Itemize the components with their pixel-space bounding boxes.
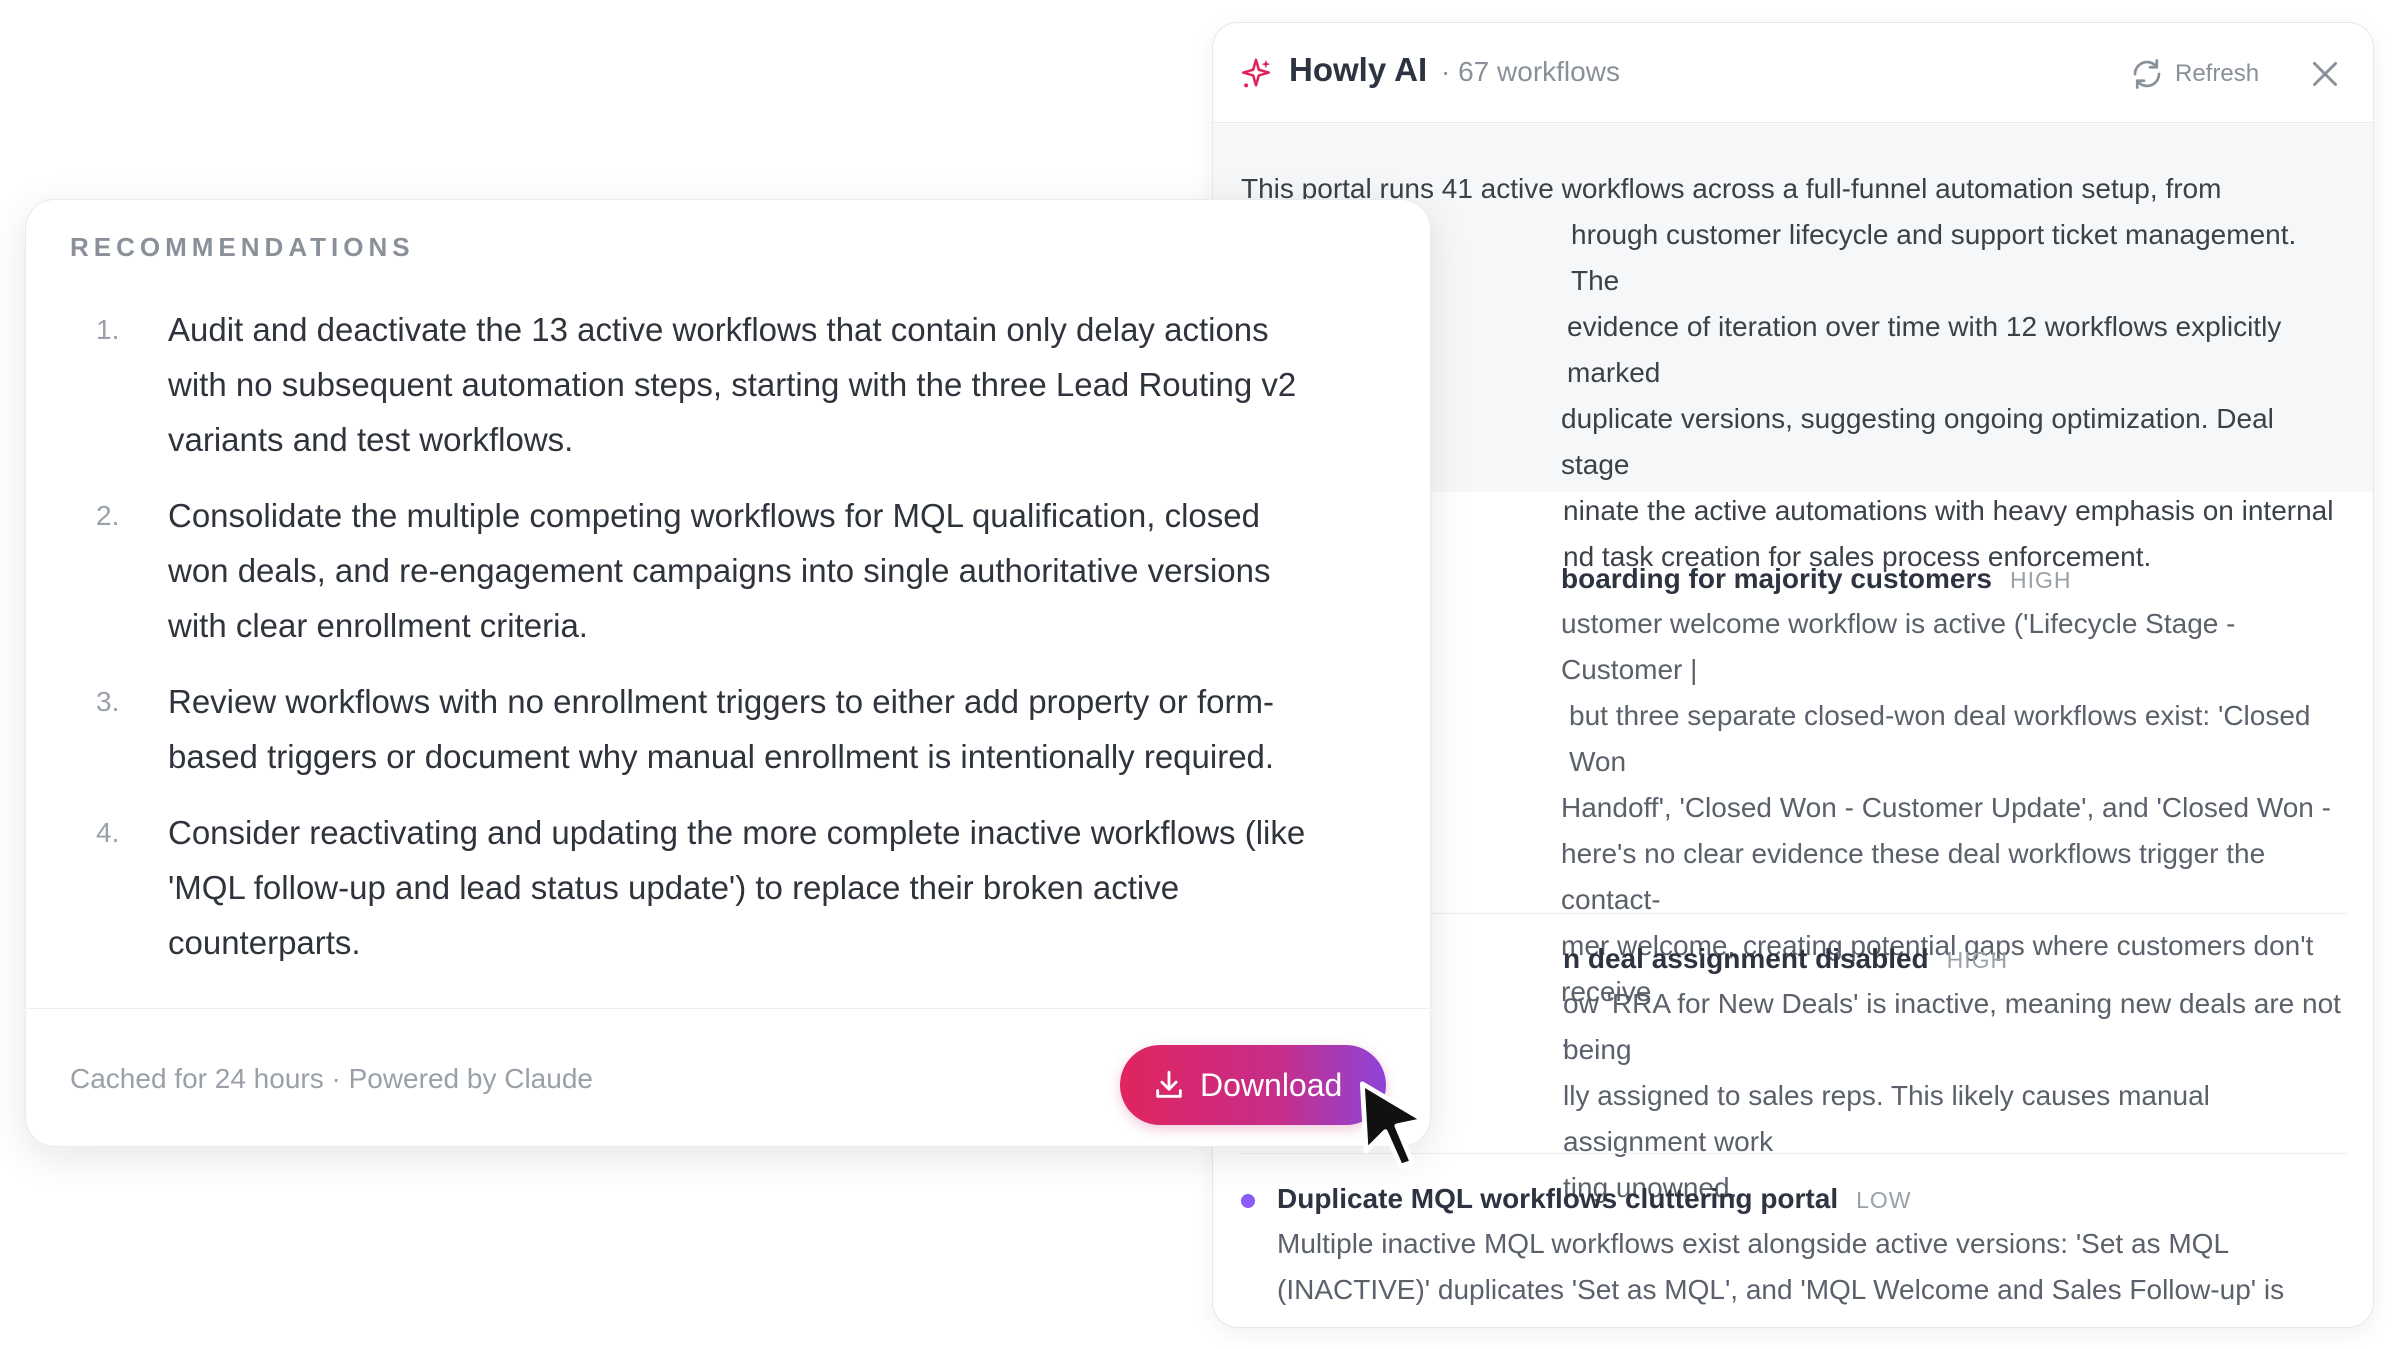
issue-line: lly assigned to sales reps. This likely …: [1563, 1080, 2210, 1157]
download-button[interactable]: Download: [1120, 1045, 1386, 1125]
list-number: 2.: [96, 500, 120, 531]
issue-line: (INACTIVE)' duplicates 'Set as MQL', and…: [1277, 1274, 2285, 1305]
refresh-label: Refresh: [2175, 60, 2260, 87]
rec-line: 'MQL follow-up and lead status update') …: [168, 869, 1180, 906]
rec-line: Audit and deactivate the 13 active workf…: [168, 311, 1269, 348]
list-item: 1. Audit and deactivate the 13 active wo…: [70, 302, 1410, 467]
workflow-count: · 67 workflows: [1441, 56, 1620, 87]
issue-title: boarding for majority customers: [1561, 563, 1992, 594]
issue-line: ustomer welcome workflow is active ('Lif…: [1561, 608, 2236, 685]
rec-line: with clear enrollment criteria.: [168, 607, 588, 644]
close-icon[interactable]: [2307, 56, 2343, 92]
rec-line: won deals, and re-engagement campaigns i…: [168, 552, 1271, 589]
cursor-icon: [1359, 1081, 1427, 1169]
rec-line: counterparts.: [168, 924, 361, 961]
footer-note: Cached for 24 hours · Powered by Claude: [70, 1063, 593, 1094]
rec-line: Consider reactivating and updating the m…: [168, 814, 1306, 851]
list-number: 4.: [96, 817, 120, 848]
issue-description: Multiple inactive MQL workflows exist al…: [1277, 1221, 2347, 1313]
issue-line: Handoff', 'Closed Won - Customer Update'…: [1561, 792, 2331, 823]
panel-header: Howly AI · 67 workflows Refresh: [1213, 23, 2373, 123]
sparkle-icon: [1241, 58, 1271, 88]
list-number: 1.: [96, 314, 120, 345]
rec-line: variants and test workflows.: [168, 421, 574, 458]
download-icon: [1156, 1070, 1182, 1098]
list-item: 2. Consolidate the multiple competing wo…: [70, 488, 1410, 653]
issue-title: n deal assignment disabled: [1563, 943, 1929, 974]
rec-line: Review workflows with no enrollment trig…: [168, 683, 1274, 720]
issue-description: ow 'RRA for New Deals' is inactive, mean…: [1563, 981, 2347, 1211]
list-item: 4. Consider reactivating and updating th…: [70, 805, 1410, 970]
severity-badge: LOW: [1856, 1187, 1912, 1213]
rec-line: with no subsequent automation steps, sta…: [168, 366, 1297, 403]
recommendations-card: RECOMMENDATIONS 1. Audit and deactivate …: [25, 199, 1431, 1147]
recommendations-list: 1. Audit and deactivate the 13 active wo…: [70, 290, 1410, 970]
card-footer: Cached for 24 hours · Powered by Claude …: [26, 1008, 1430, 1146]
list-item: 3. Review workflows with no enrollment t…: [70, 674, 1410, 784]
severity-badge: HIGH: [2009, 567, 2072, 593]
issue-line: Multiple inactive MQL workflows exist al…: [1277, 1228, 2230, 1259]
refresh-button[interactable]: Refresh: [2129, 51, 2279, 97]
list-number: 3.: [96, 686, 120, 717]
refresh-icon: [2133, 59, 2161, 89]
recommendations-heading: RECOMMENDATIONS: [70, 232, 415, 262]
issue-line: here's no clear evidence these deal work…: [1561, 838, 2266, 915]
rec-line: based triggers or document why manual en…: [168, 738, 1275, 775]
panel-title: Howly AI: [1289, 51, 1428, 88]
severity-badge: HIGH: [1946, 947, 2009, 973]
issue-title: Duplicate MQL workflows cluttering porta…: [1277, 1183, 1839, 1214]
rec-line: Consolidate the multiple competing workf…: [168, 497, 1260, 534]
issue-item: Duplicate MQL workflows cluttering porta…: [1241, 1183, 2347, 1313]
issue-line: ow 'RRA for New Deals' is inactive, mean…: [1563, 988, 2341, 1065]
download-label: Download: [1200, 1066, 1343, 1103]
issue-line: but three separate closed-won deal workf…: [1569, 700, 2311, 777]
